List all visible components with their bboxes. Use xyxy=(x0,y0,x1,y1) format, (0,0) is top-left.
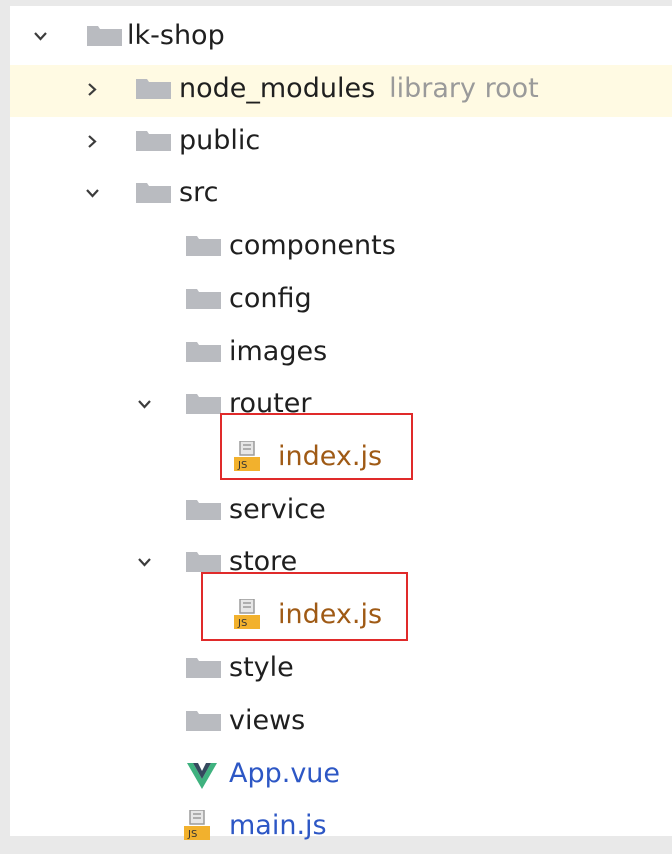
folder-icon xyxy=(87,26,122,46)
tree-row-style[interactable]: style xyxy=(10,644,672,696)
folder-icon xyxy=(136,183,171,203)
folder-icon xyxy=(186,394,221,414)
folder-name: node_modules xyxy=(179,73,376,104)
tree-label: src xyxy=(179,177,219,208)
project-tree-panel: lk-shop node_modules library root public … xyxy=(10,6,672,841)
tree-label: public xyxy=(179,125,261,156)
tree-row-lk-shop[interactable]: lk-shop xyxy=(10,12,672,64)
tree-label: components xyxy=(229,230,396,261)
tree-row-public[interactable]: public xyxy=(10,117,672,169)
folder-icon xyxy=(186,658,221,678)
annotation-box-router-index xyxy=(220,413,413,480)
tree-label: lk-shop xyxy=(127,20,225,51)
tree-row-components[interactable]: components xyxy=(10,222,672,274)
folder-icon xyxy=(186,236,221,256)
folder-icon xyxy=(186,711,221,731)
tree-label: main.js xyxy=(229,810,327,841)
chevron-right-icon[interactable] xyxy=(86,135,99,148)
chevron-down-icon[interactable] xyxy=(34,30,47,43)
tree-row-src[interactable]: src xyxy=(10,169,672,221)
tree-label: config xyxy=(229,283,312,314)
tree-label: App.vue xyxy=(229,758,341,789)
tree-row-node-modules[interactable]: node_modules library root xyxy=(10,65,672,117)
folder-icon xyxy=(136,79,171,99)
tree-row-views[interactable]: views xyxy=(10,697,672,749)
folder-icon xyxy=(186,552,221,572)
folder-icon xyxy=(186,500,221,520)
folder-icon xyxy=(136,131,171,151)
tree-row-images[interactable]: images xyxy=(10,328,672,380)
annotation-box-store-index xyxy=(201,572,408,641)
tree-label: style xyxy=(229,652,294,683)
chevron-down-icon[interactable] xyxy=(138,556,151,569)
js-file-icon xyxy=(184,810,210,840)
tree-row-app-vue[interactable]: App.vue xyxy=(10,750,672,802)
tree-label: views xyxy=(229,705,306,736)
chevron-right-icon[interactable] xyxy=(86,83,99,96)
vue-icon xyxy=(187,763,217,789)
library-root-hint: library root xyxy=(389,73,539,104)
chevron-down-icon[interactable] xyxy=(86,187,99,200)
tree-label: node_modules library root xyxy=(179,72,539,106)
folder-icon xyxy=(186,289,221,309)
tree-row-service[interactable]: service xyxy=(10,486,672,538)
tree-label: images xyxy=(229,336,328,367)
tree-label: service xyxy=(229,494,326,525)
chevron-down-icon[interactable] xyxy=(138,398,151,411)
folder-icon xyxy=(186,342,221,362)
tree-row-main-js[interactable]: main.js xyxy=(10,802,672,854)
tree-row-config[interactable]: config xyxy=(10,275,672,327)
